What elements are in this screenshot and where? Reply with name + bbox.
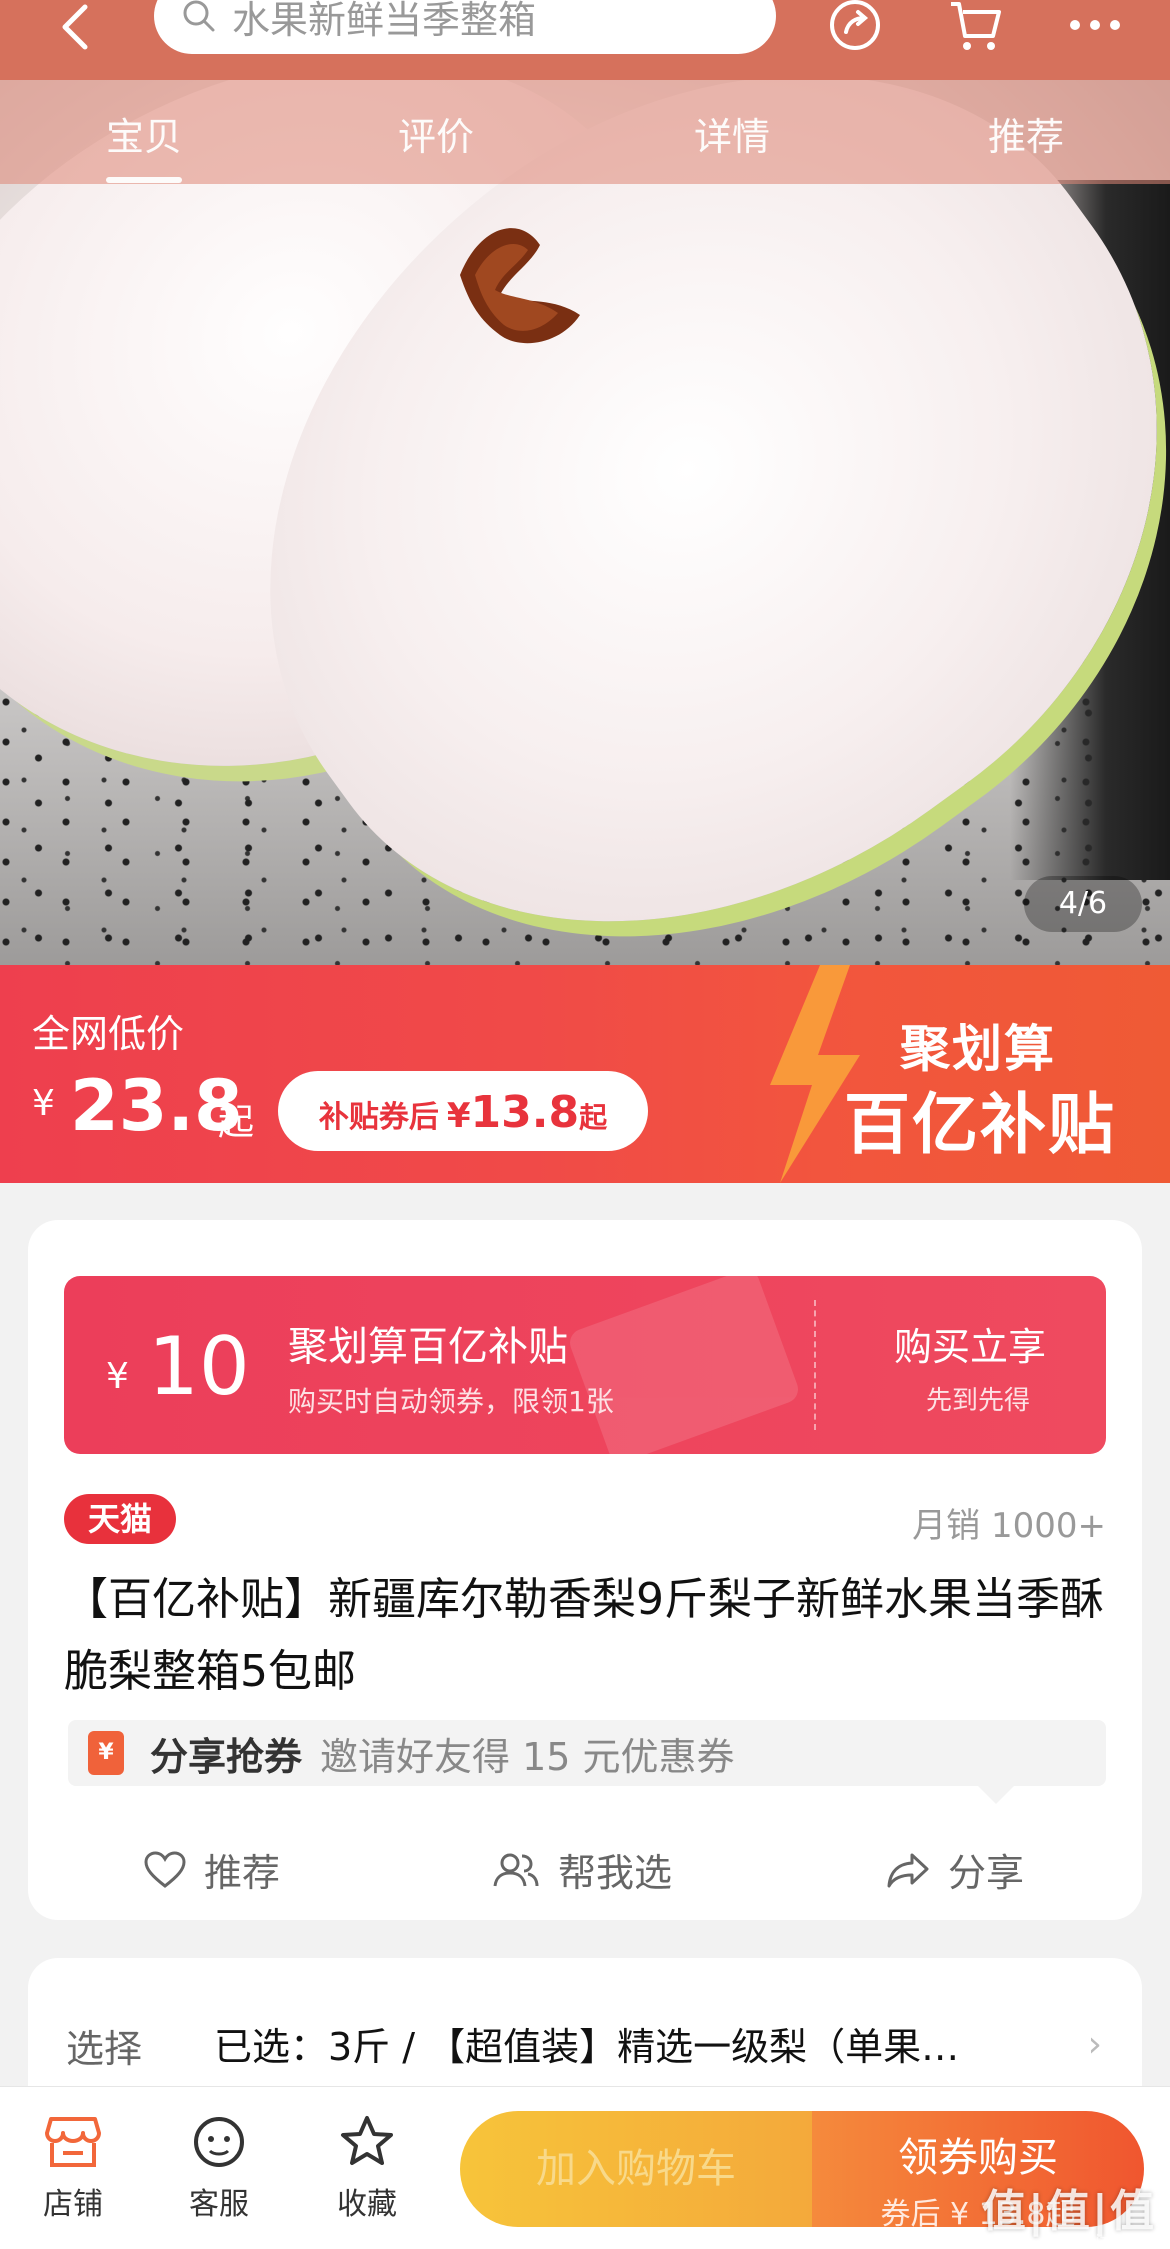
share-coupon-bar[interactable]: ¥ 分享抢券 邀请好友得 15 元优惠券 <box>68 1720 1106 1804</box>
heart-icon <box>144 1850 186 1888</box>
coupon-cta-sub: 先到先得 <box>926 1386 1031 1416</box>
back-button[interactable] <box>40 0 110 62</box>
coupon-divider <box>814 1300 816 1430</box>
share-coupon-label: 分享抢券 <box>150 1734 303 1779</box>
price-value: 23.8 <box>70 1065 243 1147</box>
add-to-cart-button[interactable]: 加入购物车 <box>460 2111 812 2227</box>
subsidy-suffix: 起 <box>579 1101 608 1134</box>
favorite-label: 收藏 <box>337 2187 397 2222</box>
search-icon <box>183 0 215 32</box>
product-page: 4/6 水果新鲜当季整箱 宝贝 评价 详情 推荐 全网低价 ¥ 23.8 起 补… <box>0 0 1170 2249</box>
subsidy-coupon[interactable]: ¥ 10 聚划算百亿补贴 购买时自动领券，限领1张 购买立享 先到先得 <box>64 1276 1106 1454</box>
help-choose-button[interactable]: 帮我选 <box>492 1842 672 1897</box>
top-navigation-bar: 水果新鲜当季整箱 <box>0 0 1170 80</box>
people-icon <box>493 1853 539 1886</box>
product-title: 【百亿补贴】新疆库尔勒香梨9斤梨子新鲜水果当季酥脆梨整箱5包邮 <box>64 1574 1104 1697</box>
service-icon <box>194 2117 244 2167</box>
tab-reviews[interactable]: 评价 <box>398 106 474 161</box>
cart-icon <box>951 2 1001 50</box>
coupon-amount: 10 <box>148 1320 250 1413</box>
gallery-page-indicator: 4/6 <box>1024 876 1142 932</box>
shop-icon <box>45 2117 101 2167</box>
watermark-url: zhizhizhi.com <box>1059 2233 1154 2249</box>
chevron-right-icon: › <box>1087 2024 1102 2065</box>
tab-details[interactable]: 详情 <box>694 106 770 161</box>
subsidy-currency: ¥ <box>446 1096 471 1136</box>
shop-label: 店铺 <box>43 2187 103 2222</box>
section-tabs: 宝贝 评价 详情 推荐 <box>0 80 1170 184</box>
price-promo-banner: 全网低价 ¥ 23.8 起 补贴券后 ¥ 13.8 起 聚划算 百亿补贴 <box>0 965 1170 1183</box>
selection-label: 选择 <box>66 2027 143 2071</box>
star-icon <box>341 2116 393 2165</box>
tooltip-notch <box>978 1786 1014 1804</box>
promo-label: 全网低价 <box>32 1012 185 1056</box>
tab-item[interactable]: 宝贝 <box>106 106 183 183</box>
share-label: 分享 <box>948 1851 1025 1895</box>
share-arrow-icon <box>887 1853 929 1887</box>
help-choose-label: 帮我选 <box>558 1851 673 1895</box>
more-button[interactable] <box>1060 0 1130 60</box>
share-icon <box>830 0 880 50</box>
tab-recommend[interactable]: 推荐 <box>988 106 1064 161</box>
subsidy-price: 13.8 <box>470 1087 580 1138</box>
share-coupon-desc: 邀请好友得 15 元优惠券 <box>320 1734 735 1779</box>
service-label: 客服 <box>189 2187 249 2222</box>
tmall-badge: 天猫 <box>64 1494 176 1544</box>
subsidy-logo-text: 百亿补贴 <box>844 1086 1116 1163</box>
price-suffix: 起 <box>218 1102 255 1143</box>
recommend-label: 推荐 <box>204 1851 281 1895</box>
subsidy-prefix: 补贴券后 <box>318 1100 439 1135</box>
watermark-logo: 值|值|值 <box>981 2186 1156 2237</box>
coupon-description: 购买时自动领券，限领1张 <box>288 1385 614 1418</box>
product-info-card: ¥ 10 聚划算百亿补贴 购买时自动领券，限领1张 购买立享 先到先得 天猫 月… <box>28 1220 1142 1920</box>
monthly-sales: 月销 1000+ <box>912 1506 1106 1546</box>
subsidy-price-pill: 补贴券后 ¥ 13.8 起 <box>278 1071 648 1151</box>
customer-service-button[interactable]: 客服 <box>164 2115 274 2223</box>
search-box[interactable]: 水果新鲜当季整箱 <box>154 0 776 54</box>
more-icon <box>1070 20 1120 30</box>
share-top-button[interactable] <box>820 0 890 60</box>
cart-button[interactable] <box>940 0 1010 60</box>
recommend-button[interactable]: 推荐 <box>144 1842 280 1897</box>
price-currency: ¥ <box>32 1083 55 1124</box>
pear-seed <box>460 228 580 344</box>
ticket-icon <box>570 1276 798 1454</box>
selection-value: 已选：3斤 / 【超值装】精选一级梨（单果… <box>214 2025 960 2069</box>
chevron-left-icon <box>62 4 88 50</box>
coupon-tag-icon: ¥ <box>88 1731 124 1775</box>
coupon-currency: ¥ <box>106 1356 129 1397</box>
share-button[interactable]: 分享 <box>886 1842 1024 1897</box>
coupon-cta[interactable]: 购买立享 <box>894 1316 1046 1371</box>
bottom-action-bar: 店铺 客服 收藏 加入购物车 领券购买 券后 ¥ 13.8起 值|值|值 zhi… <box>0 2086 1170 2249</box>
search-placeholder: 水果新鲜当季整箱 <box>232 0 537 42</box>
coupon-title: 聚划算百亿补贴 <box>288 1324 568 1370</box>
product-actions: 推荐 帮我选 分享 <box>28 1820 1142 1910</box>
favorite-button[interactable]: 收藏 <box>312 2115 422 2223</box>
shop-button[interactable]: 店铺 <box>18 2115 128 2223</box>
